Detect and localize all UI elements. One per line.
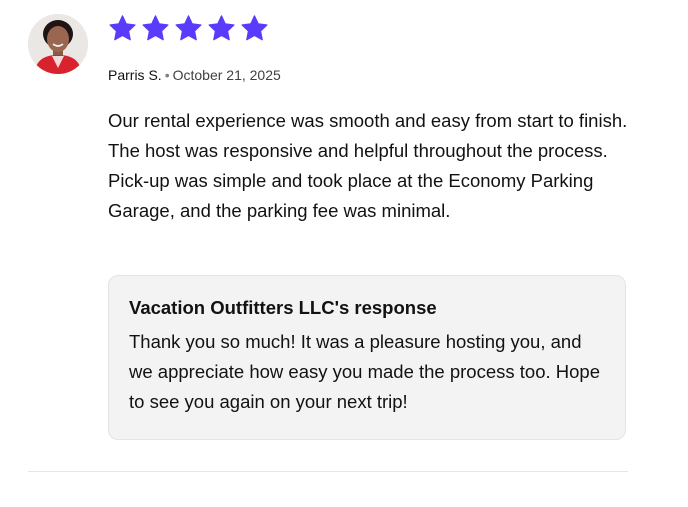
- review-card: Parris S. • October 21, 2025 Our rental ex…: [0, 0, 688, 507]
- review-meta: Parris S. • October 21, 2025: [108, 66, 281, 84]
- star-icon: [241, 15, 268, 41]
- star-icon: [109, 15, 136, 41]
- review-date: October 21, 2025: [172, 67, 281, 83]
- host-response: Vacation Outfitters LLC's response Thank…: [108, 275, 626, 440]
- review-text: Our rental experience was smooth and eas…: [108, 110, 628, 221]
- star-icon: [208, 15, 235, 41]
- review-divider: [28, 471, 628, 472]
- star-rating: [108, 14, 269, 46]
- host-response-text: Thank you so much! It was a pleasure hos…: [129, 331, 601, 412]
- reviewer-name[interactable]: Parris S.: [108, 67, 162, 83]
- reviewer-avatar[interactable]: [28, 14, 88, 74]
- meta-separator: •: [164, 67, 170, 83]
- host-response-title: Vacation Outfitters LLC's response: [129, 297, 437, 318]
- star-icon: [142, 15, 169, 41]
- star-icon: [175, 15, 202, 41]
- reviewer-photo-icon: [28, 14, 88, 74]
